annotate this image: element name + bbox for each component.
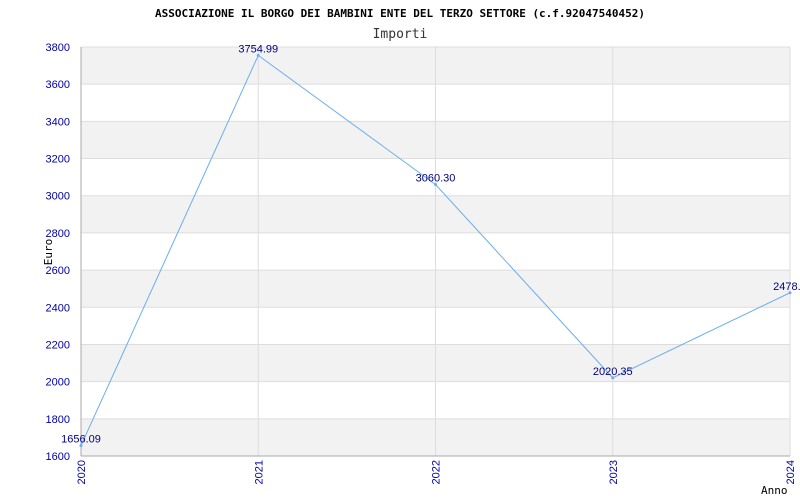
x-tick-labels: 2020 2021 2022 2023 2024 [76,460,797,484]
x-axis-label: Anno [761,484,788,497]
x-tick-label: 2023 [608,460,620,484]
data-label: 3060.30 [416,173,456,185]
y-tick-label: 3400 [46,116,70,128]
line-chart: ASSOCIAZIONE IL BORGO DEI BAMBINI ENTE D… [42,7,800,497]
chart-title: ASSOCIAZIONE IL BORGO DEI BAMBINI ENTE D… [155,7,645,20]
y-tick-label: 1600 [46,451,70,463]
y-tick-label: 2000 [46,377,70,389]
data-label: 3754.99 [238,43,278,55]
x-tick-label: 2024 [785,460,797,484]
y-tick-label: 3800 [46,42,70,54]
x-tick-label: 2021 [253,460,265,484]
y-tick-label: 3000 [46,191,70,203]
y-axis-label: Euro [42,239,55,266]
data-label: 2020.35 [593,366,633,378]
y-tick-label: 3200 [46,154,70,166]
data-label: 1656.09 [61,434,101,446]
data-label: 2478.1 [773,281,800,293]
x-tick-label: 2022 [431,460,443,484]
y-tick-label: 2600 [46,265,70,277]
y-tick-label: 2800 [46,228,70,240]
y-tick-label: 2200 [46,339,70,351]
y-tick-label: 2400 [46,302,70,314]
y-tick-label: 3600 [46,79,70,91]
x-tick-label: 2020 [76,460,88,484]
chart-subtitle: Importi [373,27,428,42]
y-tick-label: 1800 [46,414,70,426]
grid-lines [80,46,791,457]
